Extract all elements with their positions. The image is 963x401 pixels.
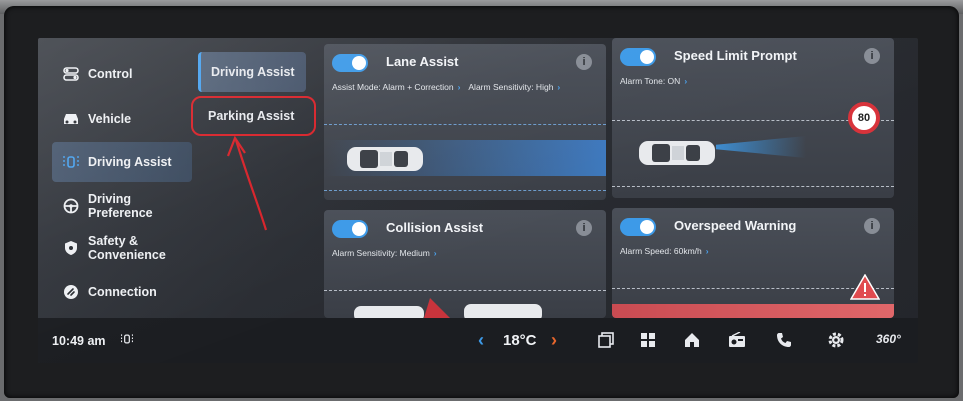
overspeed-settings: Alarm Speed: 60km/h › (620, 246, 715, 256)
chevron-right-icon: › (433, 248, 437, 258)
temperature-display: 18°C (503, 332, 537, 349)
info-icon[interactable]: i (576, 220, 592, 236)
label-line-1: Driving (88, 192, 132, 206)
chevron-right-icon: › (684, 76, 688, 86)
label-line-1: Safety & (88, 234, 139, 248)
chevron-right-icon: › (457, 82, 461, 92)
lane-marking (324, 190, 606, 191)
car-icon (62, 110, 80, 128)
annotation-highlight-box (191, 96, 316, 136)
driving-assist-icon (62, 153, 80, 171)
label-line-2: Preference (88, 206, 153, 220)
sidebar-item-label: Driving Assist (88, 155, 172, 169)
sidebar-item-label: Safety & Convenience (88, 234, 166, 262)
card-title: Overspeed Warning (674, 218, 797, 233)
sidebar-item-connection[interactable]: Connection (52, 272, 192, 312)
grid-icon[interactable] (640, 332, 656, 348)
settings-icon[interactable] (828, 332, 844, 348)
car-illustration (639, 141, 715, 165)
overspeed-band (612, 304, 894, 318)
warning-triangle-icon (850, 274, 880, 300)
home-icon[interactable] (684, 332, 700, 348)
car-illustration (347, 147, 423, 171)
info-icon[interactable]: i (864, 218, 880, 234)
speed-limit-toggle[interactable] (620, 48, 656, 66)
sensor-beam (716, 136, 806, 158)
lane-assist-toggle[interactable] (332, 54, 368, 72)
sidebar-item-driving-preference[interactable]: Driving Preference (52, 186, 192, 226)
driving-assist-icon[interactable] (120, 332, 134, 346)
overspeed-warning-card: Overspeed Warning i Alarm Speed: 60km/h › (612, 208, 894, 318)
lane-marking (324, 290, 606, 291)
lane-assist-card: Lane Assist i Assist Mode: Alarm + Corre… (324, 44, 606, 200)
info-icon[interactable]: i (576, 54, 592, 70)
speed-limit-sign: 80 (848, 102, 880, 134)
lane-marking (612, 186, 894, 187)
collision-settings: Alarm Sensitivity: Medium › (332, 248, 443, 258)
radio-icon[interactable] (728, 332, 746, 348)
info-icon[interactable]: i (864, 48, 880, 64)
chevron-right-icon: › (705, 246, 709, 256)
shield-icon (62, 239, 80, 257)
lane-assist-settings: Assist Mode: Alarm + Correction › Alarm S… (332, 82, 566, 92)
card-title: Speed Limit Prompt (674, 48, 797, 63)
sidebar-item-vehicle[interactable]: Vehicle (52, 99, 192, 139)
connection-icon (62, 283, 80, 301)
collision-assist-toggle[interactable] (332, 220, 368, 238)
sidebar-item-label: Driving Preference (88, 192, 153, 220)
control-icon (62, 65, 80, 83)
annotation-arrow (226, 135, 268, 231)
lane-marking (324, 124, 606, 125)
steering-wheel-icon (62, 197, 80, 215)
submenu-label: Driving Assist (211, 65, 295, 79)
clock: 10:49 am (52, 333, 106, 348)
temp-decrease-button[interactable]: ‹ (478, 330, 484, 351)
speed-limit-settings: Alarm Tone: ON › (620, 76, 693, 86)
sidebar-item-driving-assist[interactable]: Driving Assist (52, 142, 192, 182)
card-title: Collision Assist (386, 220, 484, 235)
status-bar: 10:49 am ‹ 18°C › 360° (38, 318, 918, 363)
360-view-icon[interactable]: 360° (876, 332, 901, 346)
chevron-right-icon: › (557, 82, 561, 92)
alarm-sensitivity-link[interactable]: Alarm Sensitivity: Medium (332, 248, 430, 258)
alarm-sensitivity-link[interactable]: Alarm Sensitivity: High (468, 82, 553, 92)
speed-limit-card: Speed Limit Prompt i Alarm Tone: ON › 80 (612, 38, 894, 198)
alarm-speed-link[interactable]: Alarm Speed: 60km/h (620, 246, 702, 256)
collision-cars-illustration (354, 298, 542, 318)
overspeed-toggle[interactable] (620, 218, 656, 236)
window-icon[interactable] (598, 332, 614, 348)
card-title: Lane Assist (386, 54, 459, 69)
label-line-2: Convenience (88, 248, 166, 262)
sidebar-item-label: Vehicle (88, 112, 132, 126)
collision-assist-card: Collision Assist i Alarm Sensitivity: Me… (324, 210, 606, 318)
sidebar-item-safety-convenience[interactable]: Safety & Convenience (52, 228, 192, 268)
phone-icon[interactable] (776, 332, 792, 348)
sidebar-item-label: Connection (88, 285, 157, 299)
assist-mode-link[interactable]: Assist Mode: Alarm + Correction (332, 82, 454, 92)
sidebar: Control Vehicle Driving Assist Driving Pr… (38, 38, 196, 318)
temp-increase-button[interactable]: › (551, 330, 557, 351)
sidebar-item-label: Control (88, 67, 133, 81)
alarm-tone-link[interactable]: Alarm Tone: ON (620, 76, 680, 86)
infotainment-screen: Control Vehicle Driving Assist Driving Pr… (38, 38, 918, 363)
submenu-driving-assist[interactable]: Driving Assist (198, 52, 306, 92)
sidebar-item-control[interactable]: Control (52, 54, 192, 94)
